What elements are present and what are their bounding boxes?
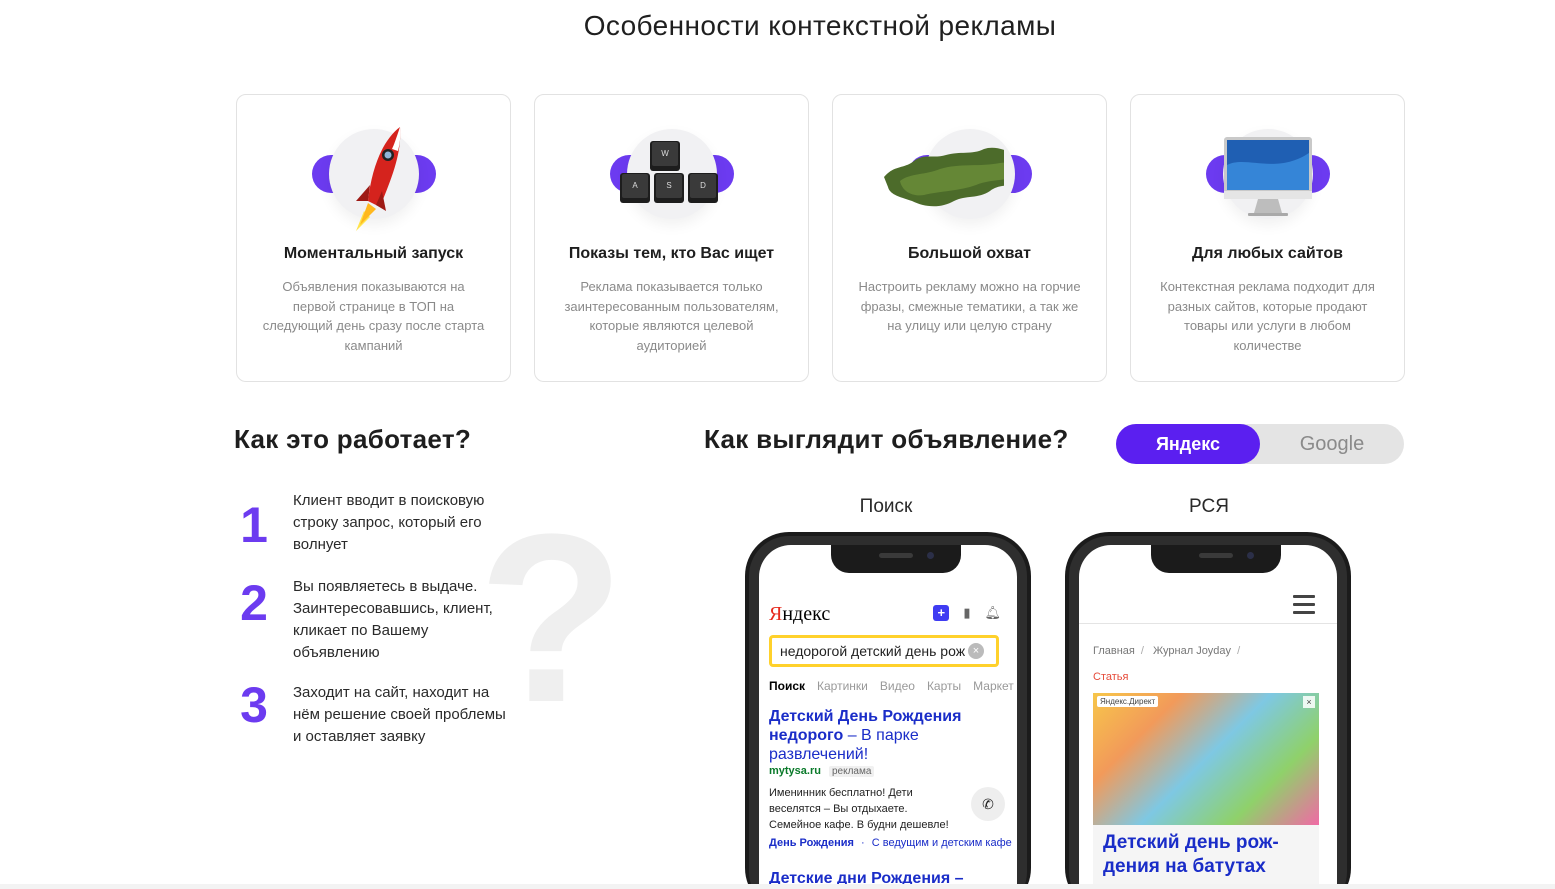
step-number: 2 bbox=[240, 575, 268, 631]
tab-market: Маркет bbox=[973, 679, 1014, 693]
yandex-header-icons: + ▮ 🔔︎ bbox=[933, 605, 1001, 621]
feature-text: Контекстная реклама подходит для разных … bbox=[1160, 279, 1375, 353]
phone-screen: Главная / Журнал Joyday / Статья Яндекс.Ди… bbox=[1079, 545, 1337, 889]
keyboard-keys-icon: W A S D bbox=[609, 125, 734, 221]
feature-card-instant-launch: Моментальный запуск Объявления показываю… bbox=[236, 94, 511, 382]
feature-title: Большой охват bbox=[908, 245, 1031, 262]
feature-card-targeting: W A S D Показы тем, кто Вас ищет Реклама… bbox=[534, 94, 809, 382]
step-number: 1 bbox=[240, 497, 268, 553]
monitor-icon bbox=[1205, 125, 1330, 221]
key-d: D bbox=[700, 181, 706, 190]
search-tabs: Поиск Картинки Видео Карты Маркет bbox=[769, 679, 1014, 693]
feature-card-coverage: Большой охват Настроить рекламу можно на… bbox=[832, 94, 1107, 382]
yandex-logo: Яндекс bbox=[769, 603, 831, 625]
feature-title: Моментальный запуск bbox=[283, 245, 464, 262]
russia-map-icon bbox=[883, 125, 1032, 221]
step-number: 3 bbox=[240, 677, 268, 733]
feature-title: Для любых сайтов bbox=[1192, 245, 1343, 262]
ad-headline: Детский День Рождения недорого – В парке… bbox=[769, 708, 962, 763]
toggle-yandex[interactable]: Яндекс bbox=[1116, 424, 1260, 464]
article-label: Статья bbox=[1093, 671, 1129, 683]
rocket-icon bbox=[311, 125, 436, 231]
close-icon: × bbox=[1303, 696, 1315, 708]
ad-source-badge: Яндекс.Директ bbox=[1097, 696, 1159, 707]
ad-sitelinks: День Рождения · С ведущим и детским кафе bbox=[769, 837, 1012, 849]
feature-text: Реклама показывается только заинтересова… bbox=[564, 279, 779, 353]
ad-url: mytysa.ru реклама bbox=[769, 765, 875, 777]
rsya-label: РСЯ bbox=[1189, 496, 1229, 517]
phone-rsya-preview: Главная / Журнал Joyday / Статья Яндекс.Ди… bbox=[1065, 532, 1351, 889]
step-text: Клиент вводит в поисковую строку запрос,… bbox=[293, 492, 485, 553]
phone-screen: Яндекс + ▮ 🔔︎ недорогой детский день рож… bbox=[759, 545, 1017, 889]
display-ad-title: Детский день рож-дения на батутах bbox=[1103, 832, 1279, 877]
key-a: A bbox=[632, 181, 638, 190]
search-label: Поиск bbox=[859, 496, 913, 517]
phone-call-icon: ✆ bbox=[971, 787, 1005, 821]
page-title: Особенности контекстной рекламы bbox=[583, 10, 1057, 41]
features-row: Моментальный запуск Объявления показываю… bbox=[236, 94, 1405, 382]
bookmark-icon: ▮ bbox=[963, 605, 971, 620]
step-text: Вы появляетесь в выдаче. Заинтересовавши… bbox=[293, 578, 493, 661]
page-bottom-divider bbox=[0, 884, 1555, 889]
key-s: S bbox=[666, 181, 671, 190]
phone-search-preview: Яндекс + ▮ 🔔︎ недорогой детский день рож… bbox=[745, 532, 1031, 889]
menu-icon bbox=[1293, 595, 1315, 619]
ad-preview-title: Как выглядит объявление? bbox=[704, 424, 1069, 454]
feature-title: Показы тем, кто Вас ищет bbox=[568, 245, 775, 262]
ad-body: Именинник бесплатно! Дети веселятся – Вы… bbox=[769, 787, 949, 831]
search-query-field: недорогой детский день рож × bbox=[769, 635, 999, 667]
feature-text: Настроить рекламу можно на горчие фразы,… bbox=[858, 279, 1081, 333]
tab-search: Поиск bbox=[769, 679, 806, 693]
how-it-works-title: Как это работает? bbox=[234, 424, 472, 454]
clear-icon: × bbox=[968, 643, 984, 659]
tab-images: Картинки bbox=[817, 679, 868, 693]
ad-image bbox=[1093, 693, 1319, 825]
tab-maps: Карты bbox=[926, 679, 962, 693]
feature-text: Объявления показываются на первой страни… bbox=[262, 279, 485, 353]
key-w: W bbox=[661, 149, 669, 158]
plus-icon: + bbox=[933, 605, 950, 621]
engine-toggle: Яндекс Google bbox=[1116, 424, 1404, 464]
breadcrumb: Главная / Журнал Joyday / bbox=[1093, 645, 1241, 657]
bell-icon: 🔔︎ bbox=[984, 605, 1001, 620]
feature-card-any-site: Для любых сайтов Контекстная реклама под… bbox=[1130, 94, 1405, 382]
tab-video: Видео bbox=[879, 679, 915, 693]
step-text: Заходит на сайт, находит на нём решение … bbox=[293, 684, 506, 745]
toggle-google[interactable]: Google bbox=[1260, 424, 1404, 464]
display-ad: Яндекс.Директ × Детский день рож-дения н… bbox=[1093, 693, 1319, 889]
